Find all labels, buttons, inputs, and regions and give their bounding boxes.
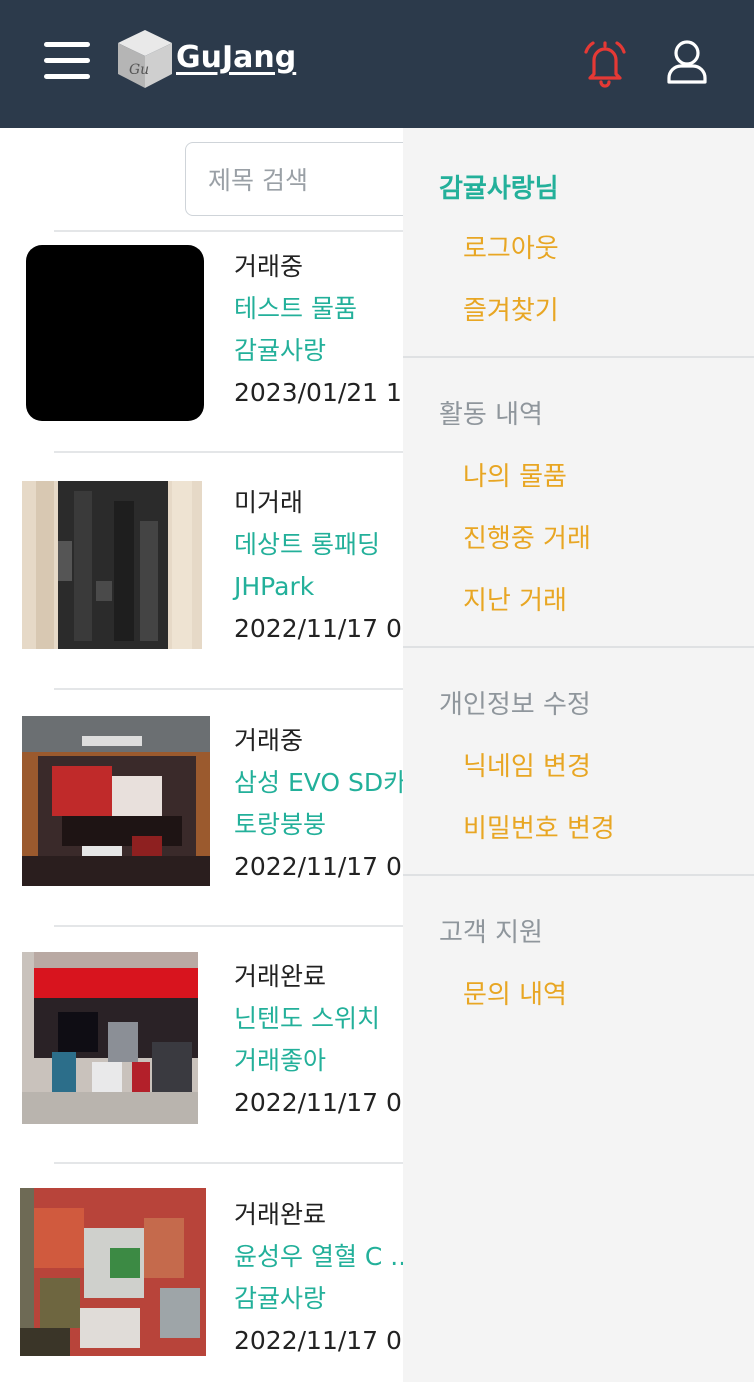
logo-badge: Gu xyxy=(129,62,149,78)
item-seller[interactable]: JHPark xyxy=(234,566,402,608)
item-date: 2022/11/17 0 xyxy=(234,1088,402,1117)
menu-item-past-trades[interactable]: 지난 거래 xyxy=(463,580,567,617)
menu-icon[interactable] xyxy=(44,42,90,80)
menu-section-activity: 활동 내역 xyxy=(439,400,543,430)
menu-divider xyxy=(403,874,754,876)
item-seller[interactable]: 토랑붕붕 xyxy=(234,804,406,846)
menu-section-profile: 개인정보 수정 xyxy=(439,690,591,720)
list-item[interactable]: 거래중 삼성 EVO SD카 토랑붕붕 2022/11/17 0 xyxy=(234,720,406,888)
menu-item-my-items[interactable]: 나의 물품 xyxy=(463,456,567,493)
item-title[interactable]: 삼성 EVO SD카 xyxy=(234,762,406,804)
item-title[interactable]: 테스트 물품 xyxy=(234,288,402,330)
list-item[interactable]: 거래완료 윤성우 열혈 C .. 감귤사랑 2022/11/17 0 xyxy=(234,1194,406,1362)
item-title[interactable]: 닌텐도 스위치 xyxy=(234,998,402,1040)
menu-item-logout[interactable]: 로그아웃 xyxy=(463,228,559,265)
item-date: 2022/11/17 0 xyxy=(234,614,402,643)
item-status: 거래완료 xyxy=(234,962,327,991)
logo-cube-icon: Gu xyxy=(118,30,172,88)
item-date: 2023/01/21 1 xyxy=(234,378,402,407)
list-item[interactable]: 미거래 데상트 롱패딩 JHPark 2022/11/17 0 xyxy=(234,482,402,650)
search-input[interactable] xyxy=(208,161,428,199)
menu-divider xyxy=(403,646,754,648)
item-title[interactable]: 데상트 롱패딩 xyxy=(234,524,402,566)
logo-text: GuJang xyxy=(176,40,297,75)
item-status: 거래중 xyxy=(234,726,304,755)
top-app-bar: Gu GuJang xyxy=(0,0,754,128)
item-seller[interactable]: 감귤사랑 xyxy=(234,1278,406,1320)
menu-section-support: 고객 지원 xyxy=(439,918,543,948)
item-thumbnail[interactable] xyxy=(22,952,198,1124)
logo[interactable]: Gu GuJang xyxy=(114,28,324,92)
item-status: 거래완료 xyxy=(234,1200,327,1229)
menu-user-name: 감귤사랑님 xyxy=(439,174,559,204)
item-thumbnail[interactable] xyxy=(26,245,204,421)
menu-item-change-password[interactable]: 비밀번호 변경 xyxy=(463,808,615,845)
user-icon[interactable] xyxy=(664,38,710,88)
item-thumbnail[interactable] xyxy=(22,716,210,886)
item-thumbnail[interactable] xyxy=(20,1188,206,1356)
item-date: 2022/11/17 0 xyxy=(234,1326,402,1355)
menu-divider xyxy=(403,356,754,358)
menu-item-favorites[interactable]: 즐겨찾기 xyxy=(463,290,559,327)
menu-item-change-nickname[interactable]: 닉네임 변경 xyxy=(463,746,591,783)
bell-icon[interactable] xyxy=(582,38,628,88)
item-seller[interactable]: 거래좋아 xyxy=(234,1040,402,1082)
item-status: 미거래 xyxy=(234,488,304,517)
list-divider xyxy=(54,688,434,690)
list-divider xyxy=(54,451,434,453)
list-item[interactable]: 거래중 테스트 물품 감귤사랑 2023/01/21 1 xyxy=(234,246,402,414)
menu-item-ongoing-trades[interactable]: 진행중 거래 xyxy=(463,518,591,555)
item-date: 2022/11/17 0 xyxy=(234,852,402,881)
list-item[interactable]: 거래완료 닌텐도 스위치 거래좋아 2022/11/17 0 xyxy=(234,956,402,1124)
list-divider xyxy=(54,1162,434,1164)
list-divider xyxy=(54,925,434,927)
user-menu-panel: 감귤사랑님 로그아웃 즐겨찾기 활동 내역 나의 물품 진행중 거래 지난 거래… xyxy=(403,128,754,1382)
item-seller[interactable]: 감귤사랑 xyxy=(234,330,402,372)
item-status: 거래중 xyxy=(234,252,304,281)
list-divider xyxy=(54,230,434,232)
item-title[interactable]: 윤성우 열혈 C .. xyxy=(234,1236,406,1278)
item-thumbnail[interactable] xyxy=(22,481,202,657)
menu-item-inquiries[interactable]: 문의 내역 xyxy=(463,974,567,1011)
